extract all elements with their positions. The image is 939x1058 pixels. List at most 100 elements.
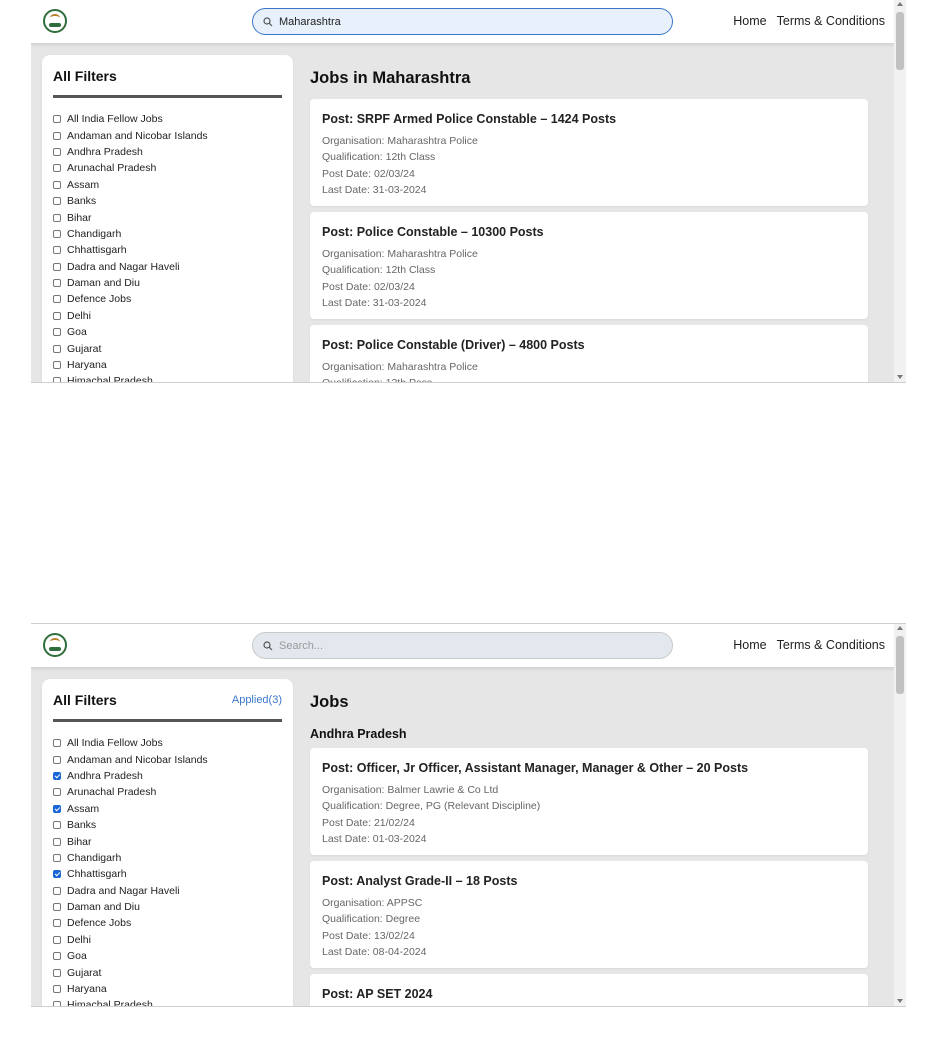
filter-option[interactable]: Dadra and Nagar Haveli [53, 883, 208, 899]
filter-checkbox[interactable] [53, 821, 61, 830]
filter-checkbox[interactable] [53, 985, 61, 994]
scrollbar-thumb[interactable] [896, 636, 904, 694]
filter-list: All India Fellow Jobs Andaman and Nicobar… [53, 735, 208, 1006]
filter-option[interactable]: Daman and Diu [53, 899, 208, 915]
search-input[interactable] [279, 15, 649, 28]
filter-checkbox[interactable] [53, 952, 61, 961]
filter-checkbox[interactable] [53, 131, 61, 140]
site-logo[interactable] [43, 9, 67, 33]
filter-option[interactable]: Himachal Pradesh [53, 373, 208, 382]
filter-option[interactable]: Arunachal Pradesh [53, 784, 208, 800]
filter-checkbox[interactable] [53, 739, 61, 748]
search-input[interactable] [279, 639, 649, 652]
job-post-title[interactable]: Post: Police Constable – 10300 Posts [322, 225, 544, 239]
job-card[interactable]: Post: SRPF Armed Police Constable – 1424… [310, 99, 868, 206]
filter-checkbox[interactable] [53, 919, 61, 928]
filter-option[interactable]: Chandigarh [53, 850, 208, 866]
job-post-title[interactable]: Post: Police Constable (Driver) – 4800 P… [322, 338, 585, 352]
job-card[interactable]: Post: Police Constable – 10300 Posts Orga… [310, 212, 868, 319]
filter-checkbox[interactable] [53, 147, 61, 156]
filter-checkbox[interactable] [53, 246, 61, 255]
job-card[interactable]: Post: Analyst Grade-II – 18 Posts Organis… [310, 861, 868, 968]
scrollbar-thumb[interactable] [896, 12, 904, 70]
filter-checkbox[interactable] [53, 213, 61, 222]
filter-option[interactable]: Andaman and Nicobar Islands [53, 127, 208, 143]
filter-option[interactable]: Banks [53, 193, 208, 209]
filter-option[interactable]: Dadra and Nagar Haveli [53, 259, 208, 275]
nav-terms-link[interactable]: Terms & Conditions [777, 14, 885, 28]
scroll-down-arrow-icon[interactable] [897, 999, 903, 1003]
filter-option[interactable]: Andaman and Nicobar Islands [53, 751, 208, 767]
filter-checkbox[interactable] [53, 755, 61, 764]
filter-checkbox[interactable] [53, 279, 61, 288]
filter-checkbox[interactable] [53, 935, 61, 944]
filter-checkbox[interactable] [53, 229, 61, 238]
job-post-title[interactable]: Post: Analyst Grade-II – 18 Posts [322, 874, 517, 888]
filter-checkbox[interactable] [53, 1001, 61, 1006]
search-bar[interactable] [252, 8, 673, 35]
filter-checkbox[interactable] [53, 180, 61, 189]
scroll-down-arrow-icon[interactable] [897, 375, 903, 379]
filter-option[interactable]: Andhra Pradesh [53, 144, 208, 160]
filter-option[interactable]: Himachal Pradesh [53, 997, 208, 1006]
job-post-title[interactable]: Post: AP SET 2024 [322, 987, 432, 1001]
filter-checkbox[interactable] [53, 344, 61, 353]
page-scrollbar[interactable] [894, 624, 906, 1006]
filter-checkbox[interactable] [53, 164, 61, 173]
filter-checkbox[interactable] [53, 853, 61, 862]
filter-checkbox[interactable] [53, 804, 61, 813]
site-logo[interactable] [43, 633, 67, 657]
filter-option[interactable]: Bihar [53, 209, 208, 225]
applied-filters-count[interactable]: Applied(3) [232, 694, 282, 706]
job-card[interactable]: Post: AP SET 2024 [310, 974, 868, 1006]
filter-option[interactable]: Gujarat [53, 340, 208, 356]
filter-option[interactable]: Defence Jobs [53, 915, 208, 931]
filter-checkbox[interactable] [53, 328, 61, 337]
search-bar[interactable] [252, 632, 673, 659]
job-card[interactable]: Post: Officer, Jr Officer, Assistant Man… [310, 748, 868, 855]
filter-option[interactable]: Chhattisgarh [53, 242, 208, 258]
filter-option[interactable]: Haryana [53, 981, 208, 997]
filter-option[interactable]: Goa [53, 948, 208, 964]
filter-option[interactable]: Chandigarh [53, 226, 208, 242]
filter-checkbox[interactable] [53, 262, 61, 271]
filter-checkbox[interactable] [53, 870, 61, 879]
filter-checkbox[interactable] [53, 197, 61, 206]
filter-option[interactable]: All India Fellow Jobs [53, 735, 208, 751]
filter-option[interactable]: Assam [53, 177, 208, 193]
filter-checkbox[interactable] [53, 377, 61, 382]
filter-option[interactable]: All India Fellow Jobs [53, 111, 208, 127]
filter-option[interactable]: Haryana [53, 357, 208, 373]
nav-home-link[interactable]: Home [733, 638, 766, 652]
page-scrollbar[interactable] [894, 0, 906, 382]
filter-option[interactable]: Chhattisgarh [53, 866, 208, 882]
filter-option[interactable]: Bihar [53, 833, 208, 849]
filter-option[interactable]: Goa [53, 324, 208, 340]
filter-checkbox[interactable] [53, 968, 61, 977]
filter-checkbox[interactable] [53, 886, 61, 895]
filter-checkbox[interactable] [53, 788, 61, 797]
scroll-up-arrow-icon[interactable] [897, 2, 903, 6]
filter-checkbox[interactable] [53, 361, 61, 370]
filter-option[interactable]: Arunachal Pradesh [53, 160, 208, 176]
filter-option[interactable]: Defence Jobs [53, 291, 208, 307]
filter-option[interactable]: Gujarat [53, 964, 208, 980]
filter-checkbox[interactable] [53, 771, 61, 780]
scroll-up-arrow-icon[interactable] [897, 626, 903, 630]
job-card[interactable]: Post: Police Constable (Driver) – 4800 P… [310, 325, 868, 382]
filter-checkbox[interactable] [53, 903, 61, 912]
filter-option[interactable]: Banks [53, 817, 208, 833]
filter-option[interactable]: Daman and Diu [53, 275, 208, 291]
filter-option[interactable]: Andhra Pradesh [53, 768, 208, 784]
filter-option[interactable]: Assam [53, 801, 208, 817]
filter-checkbox[interactable] [53, 837, 61, 846]
job-post-title[interactable]: Post: SRPF Armed Police Constable – 1424… [322, 112, 616, 126]
filter-checkbox[interactable] [53, 115, 61, 124]
filter-option[interactable]: Delhi [53, 308, 208, 324]
filter-checkbox[interactable] [53, 295, 61, 304]
nav-home-link[interactable]: Home [733, 14, 766, 28]
job-post-title[interactable]: Post: Officer, Jr Officer, Assistant Man… [322, 761, 748, 775]
nav-terms-link[interactable]: Terms & Conditions [777, 638, 885, 652]
filter-option[interactable]: Delhi [53, 932, 208, 948]
filter-checkbox[interactable] [53, 311, 61, 320]
